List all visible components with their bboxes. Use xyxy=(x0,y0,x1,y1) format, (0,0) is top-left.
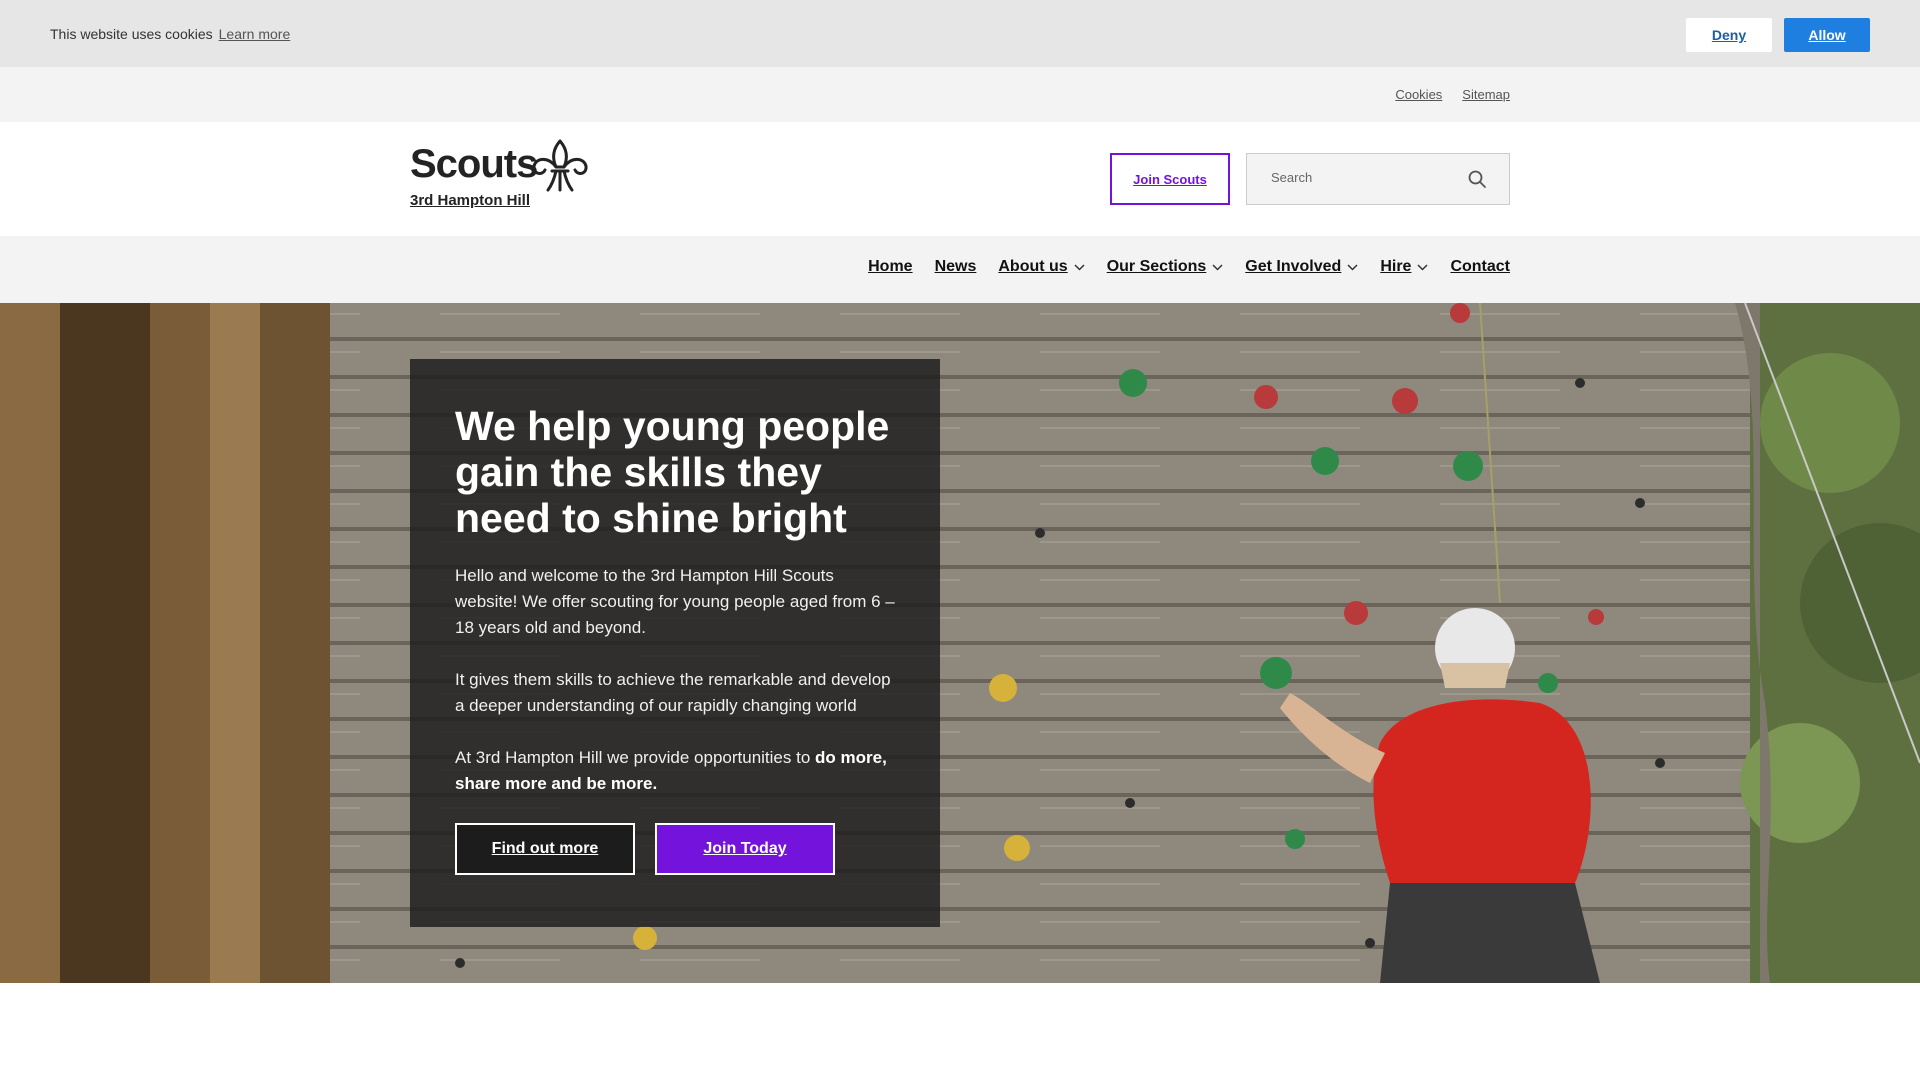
nav-item-label: About us xyxy=(998,258,1068,275)
join-scouts-button[interactable]: Join Scouts xyxy=(1110,153,1230,205)
chevron-down-icon xyxy=(1074,263,1085,271)
site-header: Scouts 3rd Hampton Hill Join Scouts xyxy=(0,122,1920,236)
cookie-learn-more-link[interactable]: Learn more xyxy=(219,26,291,42)
utility-bar: Cookies Sitemap xyxy=(0,67,1920,122)
cookie-banner: This website uses cookies Learn more Den… xyxy=(0,0,1920,67)
search-input[interactable] xyxy=(1271,170,1451,185)
climbing-wall-photo xyxy=(0,303,1920,983)
utility-links: Cookies Sitemap xyxy=(1395,87,1510,102)
hero-panel: We help young people gain the skills the… xyxy=(410,359,940,927)
nav-item-news[interactable]: News xyxy=(935,258,977,276)
hero-paragraph-3-text: At 3rd Hampton Hill we provide opportuni… xyxy=(455,748,816,767)
search-box xyxy=(1246,153,1510,205)
nav-item-home[interactable]: Home xyxy=(868,258,912,276)
hero-title: We help young people gain the skills the… xyxy=(455,403,890,541)
logo-wordmark: Scouts xyxy=(410,142,538,186)
scouts-logo[interactable]: Scouts 3rd Hampton Hill xyxy=(410,139,588,209)
nav-item-our-sections[interactable]: Our Sections xyxy=(1107,258,1224,276)
hero-paragraph-1: Hello and welcome to the 3rd Hampton Hil… xyxy=(455,566,895,637)
chevron-down-icon xyxy=(1347,263,1358,271)
nav-item-get-involved[interactable]: Get Involved xyxy=(1245,258,1358,276)
cookie-deny-button[interactable]: Deny xyxy=(1686,18,1772,52)
nav-item-label: Our Sections xyxy=(1106,258,1207,275)
hero-paragraph-2: It gives them skills to achieve the rema… xyxy=(455,670,891,715)
chevron-down-icon xyxy=(1212,263,1223,271)
hero-paragraph-3: At 3rd Hampton Hill we provide opportuni… xyxy=(455,745,895,797)
cookie-allow-button[interactable]: Allow xyxy=(1784,18,1870,52)
hero-buttons: Find out more Join Today xyxy=(455,823,895,875)
nav-items: Home News About us Our Sections Get Invo… xyxy=(868,258,1510,276)
nav-item-label: Home xyxy=(868,258,913,275)
cookie-message: This website uses cookies xyxy=(50,25,213,42)
nav-item-label: Contact xyxy=(1450,258,1510,275)
hero-section: We help young people gain the skills the… xyxy=(0,303,1920,983)
cookie-buttons: Deny Allow xyxy=(1686,18,1870,52)
nav-item-contact[interactable]: Contact xyxy=(1450,258,1510,276)
nav-item-label: Hire xyxy=(1380,258,1412,275)
join-today-button[interactable]: Join Today xyxy=(655,823,835,875)
nav-item-label: News xyxy=(934,258,977,275)
main-nav: Home News About us Our Sections Get Invo… xyxy=(0,236,1920,303)
sitemap-link[interactable]: Sitemap xyxy=(1462,87,1510,102)
chevron-down-icon xyxy=(1417,263,1428,271)
nav-item-hire[interactable]: Hire xyxy=(1380,258,1428,276)
cookies-link[interactable]: Cookies xyxy=(1395,87,1442,102)
find-out-more-button[interactable]: Find out more xyxy=(455,823,635,875)
nav-item-label: Get Involved xyxy=(1245,258,1342,275)
group-name[interactable]: 3rd Hampton Hill xyxy=(410,192,530,209)
nav-item-about-us[interactable]: About us xyxy=(998,258,1085,276)
fleur-de-lis-icon xyxy=(532,139,588,192)
search-icon[interactable] xyxy=(1467,169,1487,189)
